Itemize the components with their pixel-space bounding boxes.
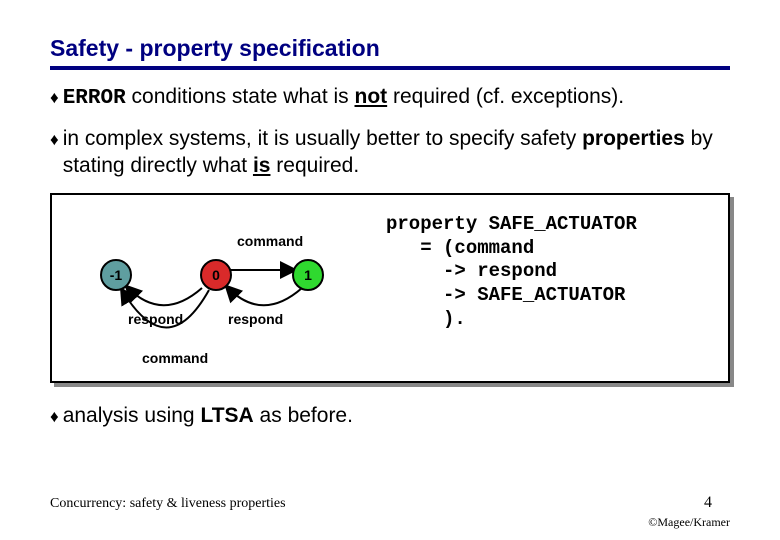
- copyright: ©Magee/Kramer: [648, 515, 730, 530]
- bullet-1-tail: required (cf. exceptions).: [387, 85, 624, 108]
- title-underline: [50, 66, 730, 70]
- bullet-2-pre: in complex systems, it is usually better…: [63, 127, 582, 150]
- ltsa-emphasis: LTSA: [200, 404, 253, 427]
- error-keyword: ERROR: [63, 87, 126, 110]
- state-one: 1: [292, 259, 324, 291]
- label-respond-left: respond: [128, 311, 183, 327]
- bullet-3-text: analysis using LTSA as before.: [63, 403, 730, 429]
- label-command-bottom: command: [142, 350, 208, 366]
- is-emphasis: is: [253, 154, 271, 177]
- state-graph: -1 0 1 command respond respond command: [52, 195, 362, 381]
- footer-text: Concurrency: safety & liveness propertie…: [50, 496, 286, 512]
- diamond-icon: ♦: [50, 129, 59, 150]
- diamond-icon: ♦: [50, 87, 59, 108]
- state-zero: 0: [200, 259, 232, 291]
- bullet-1-mid: conditions state what is: [126, 85, 355, 108]
- bullet-3-tail: as before.: [254, 404, 353, 427]
- state-neg1: -1: [100, 259, 132, 291]
- bullet-3-pre: analysis using: [63, 404, 201, 427]
- bullet-1-text: ERROR conditions state what is not requi…: [63, 84, 730, 112]
- properties-emphasis: properties: [582, 127, 685, 150]
- code-l5: ).: [386, 308, 466, 330]
- bullet-2: ♦ in complex systems, it is usually bett…: [50, 126, 730, 179]
- bullet-2-tail: required.: [270, 154, 359, 177]
- bullet-3: ♦ analysis using LTSA as before.: [50, 403, 730, 429]
- code-l3: -> respond: [386, 260, 557, 282]
- slide-title: Safety - property specification: [50, 35, 730, 62]
- code-l1: property SAFE_ACTUATOR: [386, 213, 637, 235]
- bullet-1: ♦ ERROR conditions state what is not req…: [50, 84, 730, 112]
- code-l4: -> SAFE_ACTUATOR: [386, 284, 625, 306]
- code-block: property SAFE_ACTUATOR = (command -> res…: [362, 195, 728, 381]
- code-l2: = (command: [386, 237, 534, 259]
- diagram-box: -1 0 1 command respond respond command p…: [50, 193, 730, 383]
- diamond-icon: ♦: [50, 406, 59, 427]
- label-command-top: command: [237, 233, 303, 249]
- bullet-2-text: in complex systems, it is usually better…: [63, 126, 730, 179]
- label-respond-mid: respond: [228, 311, 283, 327]
- not-emphasis: not: [355, 85, 388, 108]
- page-number: 4: [704, 494, 712, 512]
